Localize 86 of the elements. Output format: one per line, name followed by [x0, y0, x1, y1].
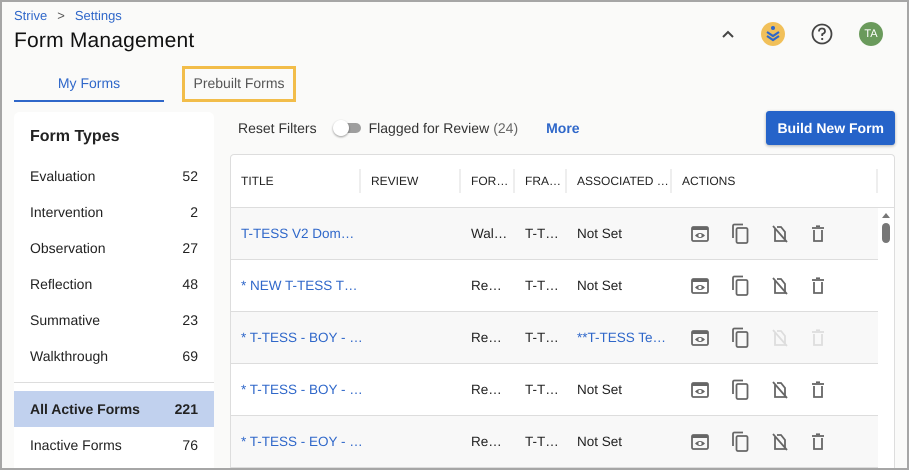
sidebar-item[interactable]: Summative 23	[14, 302, 214, 338]
item-count: 52	[182, 168, 198, 184]
item-count: 23	[182, 312, 198, 328]
item-count: 69	[182, 348, 198, 364]
build-new-form-button[interactable]: Build New Form	[766, 111, 895, 145]
preview-icon[interactable]	[690, 380, 710, 400]
column-header[interactable]: FOR…	[461, 169, 515, 193]
item-count: 2	[190, 204, 198, 220]
scrollbar-thumb[interactable]	[882, 223, 890, 243]
scroll-up-icon[interactable]	[881, 212, 891, 219]
form-title-link[interactable]: * T-TESS - BOY - …	[231, 382, 361, 397]
preview-icon[interactable]	[690, 276, 710, 296]
page-title: Form Management	[14, 29, 194, 53]
chevron-up-icon[interactable]	[721, 29, 735, 39]
copy-icon[interactable]	[730, 222, 750, 244]
toggle-label: Flagged for Review	[368, 120, 490, 136]
sidebar-item[interactable]: Reflection 48	[14, 266, 214, 302]
column-header[interactable]: ASSOCIATED …	[567, 169, 672, 193]
copy-icon[interactable]	[730, 274, 750, 296]
item-count: 27	[182, 240, 198, 256]
item-count: 48	[182, 276, 198, 292]
form-title-link[interactable]: T-TESS V2 Dom…	[231, 226, 361, 241]
table-cell-text: Re…	[470, 434, 503, 449]
wheat-logo-icon[interactable]	[761, 22, 785, 46]
column-header[interactable]: REVIEW	[361, 169, 461, 193]
table-cell-text: Re…	[470, 330, 503, 345]
sidebar-item[interactable]: Observation 27	[14, 230, 214, 266]
item-label: Reflection	[30, 276, 92, 292]
table-cell-text: T-T…	[524, 278, 560, 293]
table-cell-text: T-T…	[524, 382, 560, 397]
more-button[interactable]: More	[540, 119, 586, 137]
crossed-document-icon[interactable]	[770, 276, 790, 296]
sidebar-item[interactable]: Inactive Forms 76	[14, 427, 214, 463]
sidebar-item[interactable]: Evaluation 52	[14, 158, 214, 194]
item-label: Inactive Forms	[30, 437, 122, 453]
tab[interactable]: My Forms	[14, 66, 164, 102]
sidebar-item[interactable]: Intervention 2	[14, 194, 214, 230]
table-cell-text: Not Set	[576, 226, 624, 241]
associated-link[interactable]: **T-TESS Te…	[567, 330, 672, 345]
sidebar-item[interactable]: All Active Forms 221	[14, 391, 214, 427]
table-cell-text: Not Set	[576, 278, 624, 293]
item-label: Intervention	[30, 204, 104, 220]
form-title-link[interactable]: * T-TESS - EOY - …	[231, 434, 361, 449]
column-header[interactable]: ACTIONS	[672, 169, 878, 193]
column-header[interactable]: TITLE	[231, 169, 361, 193]
crossed-document-icon[interactable]	[770, 432, 790, 452]
column-header[interactable]: FRA…	[515, 169, 567, 193]
table-cell-text: Re…	[470, 382, 503, 397]
table-cell-text: T-T…	[524, 226, 560, 241]
table-cell-text: T-T…	[524, 434, 560, 449]
breadcrumb-link[interactable]: Settings	[74, 8, 122, 23]
item-label: Observation	[30, 240, 106, 256]
item-label: Summative	[30, 312, 100, 328]
panel-heading: Form Types	[29, 128, 120, 147]
crossed-document-icon[interactable]	[770, 224, 790, 244]
copy-icon[interactable]	[730, 378, 750, 400]
table-cell-text: Not Set	[576, 382, 624, 397]
delete-icon[interactable]	[810, 432, 826, 450]
breadcrumb-separator: >	[57, 8, 65, 23]
delete-icon[interactable]	[810, 380, 826, 398]
flag-count: (24)	[493, 120, 518, 136]
form-title-link[interactable]: * T-TESS - BOY - …	[231, 330, 361, 345]
help-icon[interactable]	[811, 23, 833, 45]
toggle-switch[interactable]	[334, 123, 361, 133]
copy-icon[interactable]	[730, 430, 750, 452]
item-count: 76	[182, 437, 198, 453]
table-cell-text: Not Set	[576, 434, 624, 449]
delete-icon[interactable]	[810, 276, 826, 294]
table-cell-text: Wal…	[470, 226, 508, 241]
tab[interactable]: Prebuilt Forms	[182, 66, 296, 102]
sidebar-item[interactable]: Walkthrough 69	[14, 338, 214, 374]
breadcrumb-link[interactable]: Strive	[14, 8, 48, 23]
copy-icon[interactable]	[730, 326, 750, 348]
form-title-link[interactable]: * NEW T-TESS T…	[231, 278, 361, 293]
table-cell-text: T-T…	[524, 330, 560, 345]
table-cell-text: Re…	[470, 278, 503, 293]
crossed-document-icon[interactable]	[770, 380, 790, 400]
item-count: 221	[174, 401, 198, 417]
delete-icon[interactable]	[810, 224, 826, 242]
preview-icon[interactable]	[690, 328, 710, 348]
preview-icon[interactable]	[690, 224, 710, 244]
preview-icon[interactable]	[690, 432, 710, 452]
item-label: Evaluation	[30, 168, 96, 184]
item-label: All Active Forms	[30, 401, 140, 417]
item-label: Walkthrough	[30, 348, 108, 364]
reset-filters-button[interactable]: Reset Filters	[230, 120, 325, 136]
